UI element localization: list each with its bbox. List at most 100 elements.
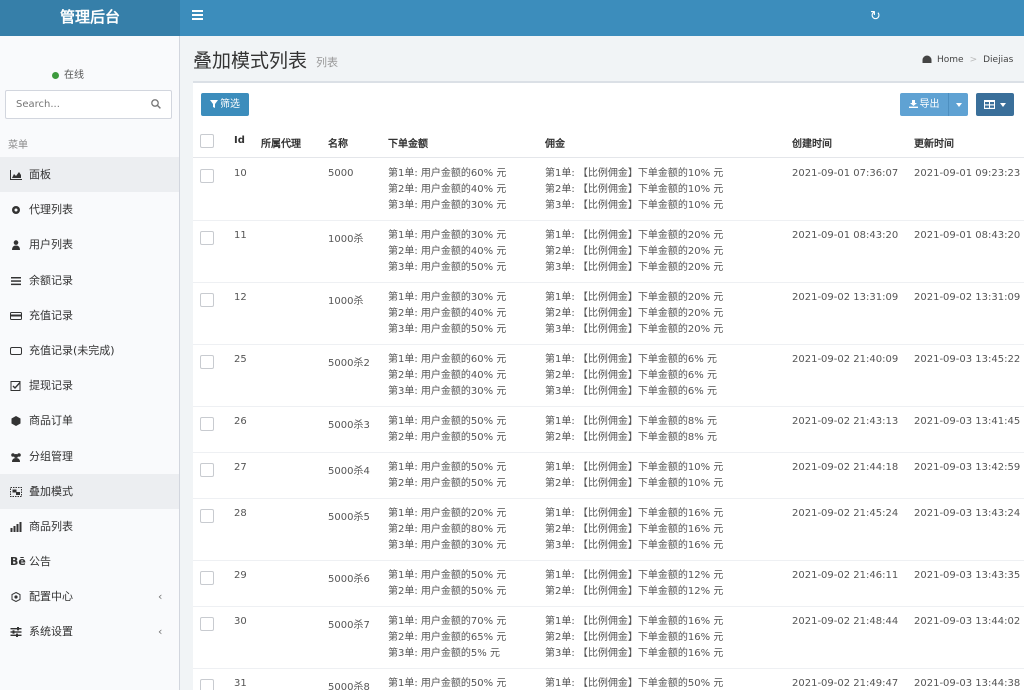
- cell-commission: 第1单: 【比例佣金】下单金额的16% 元第2单: 【比例佣金】下单金额的16%…: [545, 614, 723, 662]
- table-header: Id 所属代理 名称 下单金额 佣金 创建时间 更新时间: [193, 126, 1024, 158]
- row-checkbox[interactable]: [200, 509, 214, 523]
- refresh-icon[interactable]: ↻: [870, 10, 881, 23]
- cell-created: 2021-09-02 21:43:13: [792, 416, 899, 427]
- cell-id: 28: [234, 508, 247, 519]
- table-row: 27 5000杀4 第1单: 用户金额的50% 元第2单: 用户金额的50% 元第1…: [193, 453, 1024, 499]
- signal-icon: [10, 521, 22, 532]
- row-checkbox[interactable]: [200, 355, 214, 369]
- row-checkbox[interactable]: [200, 231, 214, 245]
- cell-id: 27: [234, 462, 247, 473]
- row-checkbox[interactable]: [200, 417, 214, 431]
- export-dropdown-toggle[interactable]: [948, 93, 968, 116]
- sidebar-item-label: 公告: [29, 555, 51, 569]
- columns-toggle-button[interactable]: [976, 93, 1014, 116]
- sidebar-item-agent-list[interactable]: 代理列表: [0, 192, 179, 227]
- export-button[interactable]: 导出: [900, 93, 948, 116]
- row-checkbox[interactable]: [200, 571, 214, 585]
- commission-line: 第3单: 【比例佣金】下单金额的6% 元: [545, 386, 717, 397]
- column-header-agent[interactable]: 所属代理: [261, 135, 301, 150]
- amount-line: 第1单: 用户金额的50% 元: [388, 678, 507, 689]
- cell-name: 5000杀5: [328, 512, 370, 523]
- filter-button[interactable]: 筛选: [201, 93, 249, 116]
- select-all-checkbox[interactable]: [200, 134, 214, 148]
- cube-icon: [11, 416, 21, 427]
- amount-line: 第2单: 用户金额的40% 元: [388, 308, 507, 319]
- filter-label: 筛选: [220, 99, 240, 110]
- sidebar-toggle-icon[interactable]: [192, 10, 203, 22]
- area-chart-icon: [10, 170, 22, 180]
- column-header-name[interactable]: 名称: [328, 135, 348, 150]
- row-checkbox[interactable]: [200, 463, 214, 477]
- sidebar-item-system-settings[interactable]: 系统设置 ‹: [0, 614, 179, 649]
- amount-line: 第2单: 用户金额的50% 元: [388, 478, 507, 489]
- card-outline-icon: [10, 346, 22, 355]
- row-checkbox[interactable]: [200, 679, 214, 690]
- sidebar-item-label: 面板: [29, 168, 51, 181]
- row-checkbox[interactable]: [200, 293, 214, 307]
- top-navbar: 管理后台 ↻: [0, 0, 1024, 36]
- cell-created: 2021-09-02 21:45:24: [792, 508, 899, 519]
- table-row: 30 5000杀7 第1单: 用户金额的70% 元第2单: 用户金额的65% 元第3…: [193, 607, 1024, 669]
- cell-created: 2021-09-02 21:48:44: [792, 616, 899, 627]
- cell-amount: 第1单: 用户金额的30% 元第2单: 用户金额的40% 元第3单: 用户金额的…: [388, 290, 506, 338]
- table-panel: 筛选 导出 Id 所属代理 名称 下单金额 佣金 创建时间 更新时间 10 500…: [193, 81, 1024, 690]
- sidebar-item-balance-records[interactable]: 余额记录: [0, 263, 179, 298]
- cell-amount: 第1单: 用户金额的50% 元: [388, 676, 506, 690]
- cell-commission: 第1单: 【比例佣金】下单金额的20% 元第2单: 【比例佣金】下单金额的20%…: [545, 228, 723, 276]
- list-icon: [11, 276, 21, 285]
- menu-header: 菜单: [8, 140, 28, 151]
- cell-name: 5000杀4: [328, 466, 370, 477]
- commission-line: 第2单: 【比例佣金】下单金额的16% 元: [545, 524, 724, 535]
- commission-line: 第1单: 【比例佣金】下单金额的10% 元: [545, 462, 724, 473]
- breadcrumb-home[interactable]: Home: [937, 55, 964, 65]
- amount-line: 第2单: 用户金额的40% 元: [388, 246, 507, 257]
- sidebar-item-product-orders[interactable]: 商品订单: [0, 403, 179, 438]
- filter-icon: [210, 100, 218, 108]
- column-header-commission[interactable]: 佣金: [545, 135, 565, 150]
- cell-created: 2021-09-02 21:40:09: [792, 354, 899, 365]
- column-header-updated[interactable]: 更新时间: [914, 135, 954, 150]
- cell-name: 5000: [328, 168, 354, 179]
- sidebar-item-config-center[interactable]: 配置中心 ‹: [0, 579, 179, 614]
- commission-line: 第3单: 【比例佣金】下单金额的16% 元: [545, 540, 724, 551]
- sidebar-item-recharge-records[interactable]: 充值记录: [0, 298, 179, 333]
- cell-updated: 2021-09-01 09:23:23: [914, 168, 1021, 179]
- amount-line: 第2单: 用户金额的40% 元: [388, 370, 507, 381]
- user-icon: [12, 240, 20, 251]
- commission-line: 第3单: 【比例佣金】下单金额的16% 元: [545, 648, 724, 659]
- cell-name: 5000杀7: [328, 620, 370, 631]
- commission-line: 第1单: 【比例佣金】下单金额的16% 元: [545, 616, 724, 627]
- commission-line: 第2单: 【比例佣金】下单金额的16% 元: [545, 632, 724, 643]
- cell-amount: 第1单: 用户金额的60% 元第2单: 用户金额的40% 元第3单: 用户金额的…: [388, 352, 506, 400]
- column-header-amount[interactable]: 下单金额: [388, 135, 428, 150]
- sidebar-item-group-management[interactable]: 分组管理: [0, 439, 179, 474]
- sidebar-item-label: 提现记录: [29, 379, 73, 393]
- sidebar-item-withdraw-records[interactable]: 提现记录: [0, 368, 179, 403]
- download-icon: [908, 100, 918, 108]
- table-columns-icon: [984, 100, 995, 109]
- column-header-id[interactable]: Id: [234, 135, 245, 146]
- cell-updated: 2021-09-02 13:31:09: [914, 292, 1021, 303]
- sidebar-item-dashboard[interactable]: 面板: [0, 157, 179, 193]
- row-checkbox[interactable]: [200, 169, 214, 183]
- sidebar-item-user-list[interactable]: 用户列表: [0, 227, 179, 262]
- online-dot-icon: [52, 71, 59, 79]
- table-row: 29 5000杀6 第1单: 用户金额的50% 元第2单: 用户金额的50% 元第1…: [193, 561, 1024, 607]
- commission-line: 第2单: 【比例佣金】下单金额的10% 元: [545, 184, 724, 195]
- cell-created: 2021-09-01 07:36:07: [792, 168, 899, 179]
- search-input[interactable]: [6, 91, 144, 118]
- cell-id: 29: [234, 570, 247, 581]
- cell-name: 5000杀8: [328, 682, 370, 690]
- cell-created: 2021-09-02 13:31:09: [792, 292, 899, 303]
- column-header-created[interactable]: 创建时间: [792, 135, 832, 150]
- sidebar-item-announcement[interactable]: Bē 公告: [0, 544, 179, 579]
- app-logo[interactable]: 管理后台: [0, 0, 180, 36]
- sidebar-item-recharge-unfinished[interactable]: 充值记录(未完成): [0, 333, 179, 368]
- sidebar-item-product-list[interactable]: 商品列表: [0, 509, 179, 544]
- cell-id: 25: [234, 354, 247, 365]
- search-icon[interactable]: [151, 99, 161, 109]
- user-status-text: 在线: [64, 70, 84, 81]
- row-checkbox[interactable]: [200, 617, 214, 631]
- sidebar-item-overlay-mode[interactable]: 叠加模式: [0, 473, 179, 509]
- cell-commission: 第1单: 【比例佣金】下单金额的6% 元第2单: 【比例佣金】下单金额的6% 元…: [545, 352, 717, 400]
